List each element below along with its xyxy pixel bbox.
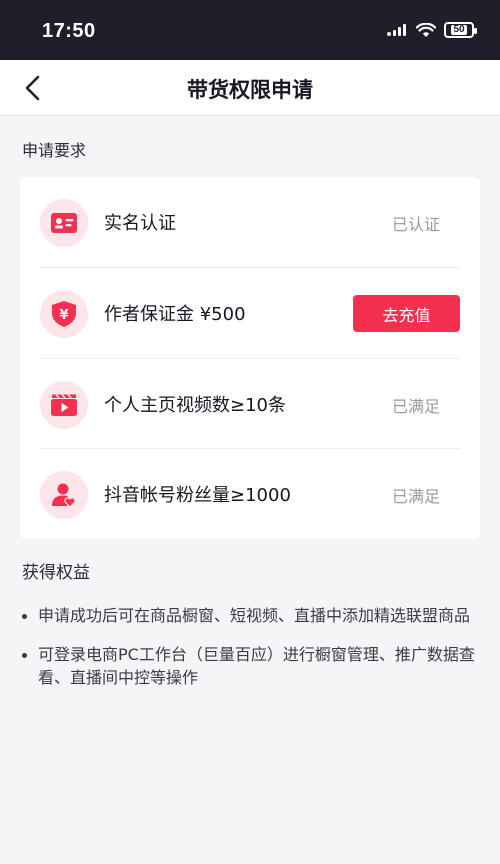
benefits-list: 申请成功后可在商品橱窗、短视频、直播中添加精选联盟商品 可登录电商PC工作台（巨…: [22, 604, 484, 705]
status-time: 17:50: [42, 20, 96, 42]
wifi-icon: [416, 22, 436, 37]
requirement-deposit: ¥ 作者保证金 ¥500 去充值: [40, 268, 460, 358]
status-text: 已满足: [391, 487, 440, 506]
benefits-label: 获得权益: [22, 563, 90, 583]
list-item: 可登录电商PC工作台（巨量百应）进行橱窗管理、推广数据查看、直播间中控等操作: [22, 643, 484, 689]
benefit-text: 申请成功后可在商品橱窗、短视频、直播中添加精选联盟商品: [38, 606, 471, 625]
video-clapper-icon: [40, 381, 88, 429]
requirement-video-count: 个人主页视频数≥10条 已满足: [40, 359, 460, 449]
recharge-button[interactable]: 去充值: [353, 295, 460, 332]
bullet: [22, 653, 27, 658]
id-card-icon: [40, 199, 88, 247]
benefit-text: 可登录电商PC工作台（巨量百应）进行橱窗管理、推广数据查看、直播间中控等操作: [38, 645, 475, 687]
requirements-label: 申请要求: [22, 141, 87, 160]
requirement-label: 作者保证金 ¥500: [104, 304, 246, 325]
bullet: [22, 614, 27, 619]
requirement-label: 个人主页视频数≥10条: [104, 395, 286, 416]
list-item: 申请成功后可在商品橱窗、短视频、直播中添加精选联盟商品: [22, 604, 484, 627]
status-text: 已满足: [391, 397, 440, 416]
person-heart-icon: [40, 471, 88, 519]
status-text: 已认证: [391, 215, 440, 234]
battery-level: 50: [451, 24, 467, 35]
battery-icon: 50: [444, 22, 477, 38]
requirement-label: 抖音帐号粉丝量≥1000: [104, 485, 291, 506]
signal-icon: [387, 24, 406, 36]
requirements-card: 实名认证 已认证 ¥ 作者保证金 ¥500 去充值 个人主页视频数≥10条 已满…: [20, 177, 480, 539]
status-icons: 50: [386, 22, 477, 38]
nav-bar: 带货权限申请: [0, 60, 500, 116]
status-bar: 17:50 50: [0, 0, 500, 60]
svg-text:¥: ¥: [59, 308, 68, 323]
requirement-label: 实名认证: [104, 213, 176, 234]
page-title: 带货权限申请: [187, 78, 313, 102]
requirement-followers: 抖音帐号粉丝量≥1000 已满足: [40, 449, 460, 539]
yuan-shield-icon: ¥: [40, 290, 88, 338]
requirement-real-name: 实名认证 已认证: [40, 177, 460, 267]
